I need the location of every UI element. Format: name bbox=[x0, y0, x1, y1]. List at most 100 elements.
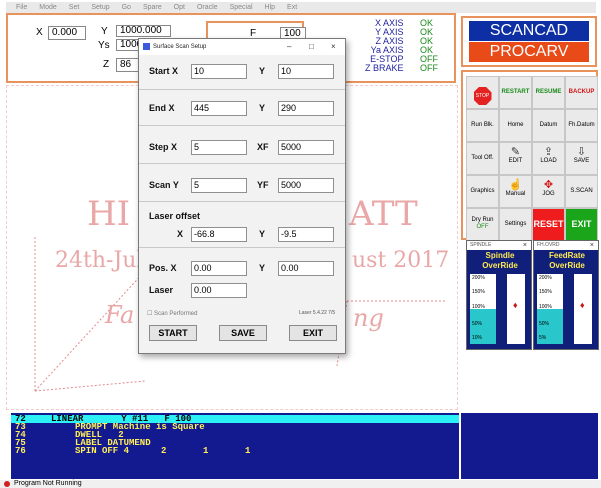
tick-label: 10% bbox=[472, 335, 483, 341]
jog-arrows-icon: ✥ bbox=[543, 179, 554, 191]
save-tool-button[interactable]: ⇩ SAVE bbox=[565, 142, 598, 175]
divider bbox=[139, 163, 345, 164]
minimize-icon[interactable]: – bbox=[287, 39, 291, 55]
offset-x-input[interactable]: -66.8 bbox=[191, 227, 247, 242]
tool-offset-button[interactable]: Tool Off. bbox=[466, 142, 499, 175]
y-coord-label: Y bbox=[101, 26, 108, 37]
tick-label: 50% bbox=[539, 321, 550, 327]
reset-button[interactable]: RESET bbox=[532, 208, 565, 241]
load-label: LOAD bbox=[540, 158, 557, 164]
menu-item[interactable]: Ext bbox=[287, 4, 297, 11]
manual-button[interactable]: ☝ Manual bbox=[499, 175, 532, 208]
menu-item[interactable]: Oracle bbox=[197, 4, 218, 11]
end-y-input[interactable]: 290 bbox=[278, 101, 334, 116]
surface-scan-dialog: Surface Scan Setup – □ × Start X 10 Y 10… bbox=[138, 38, 346, 354]
settings-button[interactable]: Settings bbox=[499, 208, 532, 241]
divider bbox=[139, 125, 345, 126]
feedrate-titlebar: FH.OVRD × bbox=[534, 241, 598, 250]
checkbox-icon: ☐ bbox=[147, 311, 155, 317]
feedrate-slider[interactable]: ♦ bbox=[574, 274, 592, 344]
x-coord-label: X bbox=[36, 27, 43, 38]
dry-run-label: Dry Run bbox=[471, 217, 494, 223]
spindle-caption: SPINDLE bbox=[470, 242, 492, 248]
start-button[interactable]: START bbox=[149, 325, 197, 341]
scan-performed-status: ☐ Scan Performed bbox=[147, 310, 197, 317]
menu-item[interactable]: Go bbox=[122, 4, 131, 11]
menu-item[interactable]: Spare bbox=[143, 4, 162, 11]
spindle-titlebar: SPINDLE × bbox=[467, 241, 531, 250]
tool-panel: STOP RESTART RESUME BACKUP Run Blk. Home… bbox=[461, 70, 598, 241]
canvas-text: ng bbox=[353, 304, 384, 332]
yf-input[interactable]: 5000 bbox=[278, 178, 334, 193]
maximize-icon[interactable]: □ bbox=[309, 39, 314, 55]
edit-button[interactable]: ✎ EDIT bbox=[499, 142, 532, 175]
feedrate-title: FeedRate OverRide bbox=[548, 251, 585, 270]
menu-item[interactable]: Set bbox=[69, 4, 80, 11]
menu-item[interactable]: File bbox=[16, 4, 27, 11]
surface-scan-button[interactable]: S.SCAN bbox=[565, 175, 598, 208]
end-x-label: End X bbox=[149, 103, 175, 113]
canvas-text: HI bbox=[87, 194, 131, 234]
menu-item[interactable]: Hlp bbox=[265, 4, 276, 11]
exit-button[interactable]: EXIT bbox=[289, 325, 337, 341]
offset-y-input[interactable]: -9.5 bbox=[278, 227, 334, 242]
menu-item[interactable]: Opt bbox=[174, 4, 185, 11]
home-button[interactable]: Home bbox=[499, 109, 532, 142]
slider-thumb-icon[interactable]: ♦ bbox=[513, 300, 518, 310]
dry-run-button[interactable]: Dry Run OFF bbox=[466, 208, 499, 241]
spindle-title: Spindle OverRide bbox=[482, 251, 518, 270]
tick-label: 200% bbox=[472, 275, 485, 281]
scan-y-input[interactable]: 5 bbox=[191, 178, 247, 193]
close-icon[interactable]: × bbox=[590, 241, 594, 250]
end-y-label: Y bbox=[259, 103, 266, 113]
start-y-input[interactable]: 10 bbox=[278, 64, 334, 79]
menu-item[interactable]: Mode bbox=[39, 4, 57, 11]
menu-item[interactable]: Special bbox=[230, 4, 253, 11]
step-x-input[interactable]: 5 bbox=[191, 140, 247, 155]
pos-x-field: 0.00 bbox=[191, 261, 247, 276]
canvas-text: 24th-Jul bbox=[55, 248, 144, 273]
resume-button[interactable]: RESUME bbox=[532, 76, 565, 109]
edit-icon: ✎ bbox=[510, 146, 521, 158]
exit-app-button[interactable]: EXIT bbox=[565, 208, 598, 241]
axis-status-names: X AXIS Y AXIS Z AXIS Ya AXIS E-STOP Z BR… bbox=[365, 19, 404, 73]
tick-label: 150% bbox=[539, 289, 552, 295]
brand-logo: SCANCAD PROCARV bbox=[461, 16, 597, 67]
app-icon bbox=[143, 43, 150, 50]
slider-thumb-icon[interactable]: ♦ bbox=[580, 300, 585, 310]
stop-button[interactable]: STOP bbox=[466, 76, 499, 109]
tick-label: 100% bbox=[472, 304, 485, 310]
ys-coord-label: Ys bbox=[98, 40, 110, 51]
save-button[interactable]: SAVE bbox=[219, 325, 267, 341]
menu-item[interactable]: Setup bbox=[91, 4, 109, 11]
jog-button[interactable]: ✥ JOG bbox=[532, 175, 565, 208]
datum-button[interactable]: Datum bbox=[532, 109, 565, 142]
close-icon[interactable]: × bbox=[331, 39, 336, 55]
load-button[interactable]: ⇪ LOAD bbox=[532, 142, 565, 175]
gcode-row[interactable]: 76 SPIN OFF 4 2 1 1 bbox=[11, 446, 459, 456]
divider bbox=[139, 89, 345, 90]
yf-label: YF bbox=[257, 180, 269, 190]
graphics-button[interactable]: Graphics bbox=[466, 175, 499, 208]
fh-datum-button[interactable]: Fh.Datum bbox=[565, 109, 598, 142]
menu-bar: File Mode Set Setup Go Spare Opt Oracle … bbox=[6, 2, 596, 13]
spindle-slider[interactable]: ♦ bbox=[507, 274, 525, 344]
line-param: 2 bbox=[161, 446, 167, 456]
canvas-text: ust 2017 bbox=[352, 248, 450, 273]
line-number: 76 bbox=[15, 446, 26, 456]
close-icon[interactable]: × bbox=[523, 241, 527, 250]
feedrate-override-panel: FH.OVRD × FeedRate OverRide 200% 150% 10… bbox=[533, 240, 599, 350]
start-x-input[interactable]: 10 bbox=[191, 64, 247, 79]
run-block-button[interactable]: Run Blk. bbox=[466, 109, 499, 142]
version-label: Laser 5.4.22 7/5 bbox=[299, 310, 336, 316]
y-coord-field: 1000.000 bbox=[116, 25, 171, 37]
end-x-input[interactable]: 445 bbox=[191, 101, 247, 116]
spindle-override-panel: SPINDLE × Spindle OverRide 200% 150% 100… bbox=[466, 240, 532, 350]
gcode-listing[interactable]: 72 LINEAR Y #11 F 100 73 PROMPT Machine … bbox=[11, 413, 459, 479]
xf-input[interactable]: 5000 bbox=[278, 140, 334, 155]
line-text: SPIN OFF 4 bbox=[75, 446, 130, 456]
backup-button[interactable]: BACKUP bbox=[565, 76, 598, 109]
restart-button[interactable]: RESTART bbox=[499, 76, 532, 109]
spindle-level-scale: 200% 150% 100% 50% 10% bbox=[470, 274, 496, 344]
scan-y-label: Scan Y bbox=[149, 180, 179, 190]
